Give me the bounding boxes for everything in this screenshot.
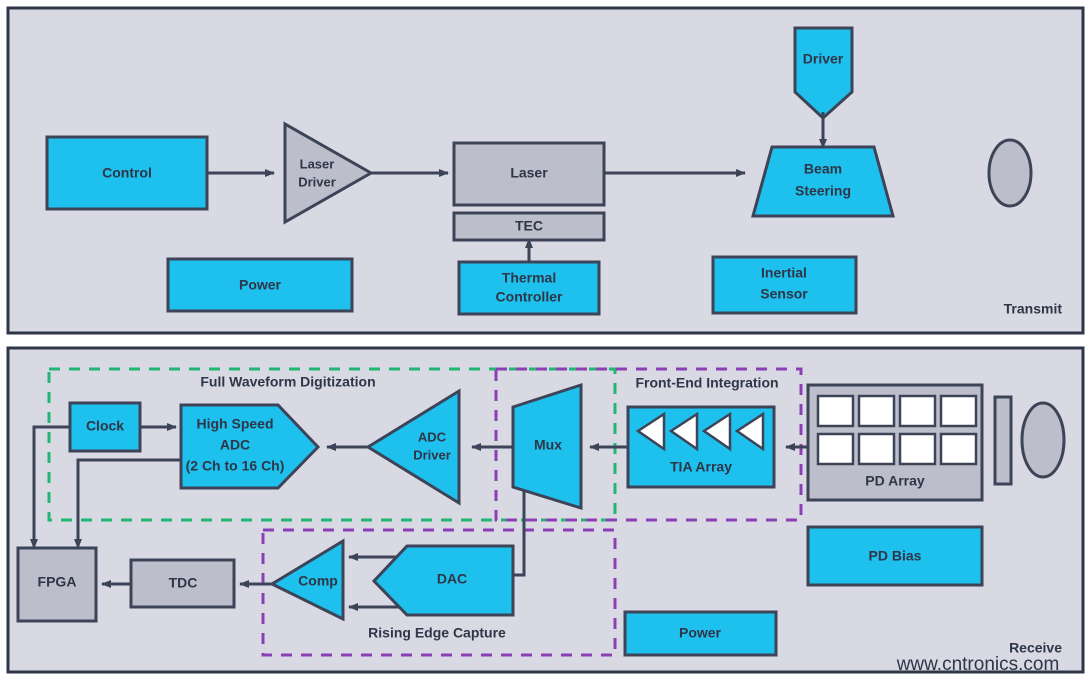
block-high-speed-adc-label-line3: (2 Ch to 16 Ch)	[186, 458, 285, 474]
block-beam-steering-shape	[751, 145, 895, 218]
pd-cell-r1c1	[816, 394, 855, 428]
block-tdc[interactable]: TDC	[129, 558, 236, 609]
block-mux-label: Mux	[534, 437, 562, 453]
block-laser-driver-label-line1: Laser	[300, 156, 335, 171]
block-high-speed-adc-label-line2: ADC	[220, 437, 250, 453]
block-control[interactable]: Control	[45, 135, 209, 211]
block-inertial-sensor-label-line1: Inertial	[761, 265, 807, 281]
receive-panel: Full Waveform Digitization Front-End Int…	[6, 346, 1085, 675]
block-high-speed-adc-label-line1: High Speed	[196, 416, 273, 432]
pd-cell-r1c3	[898, 394, 937, 428]
pd-cell-r2c4	[939, 432, 978, 466]
block-clock[interactable]: Clock	[68, 401, 142, 453]
block-tec[interactable]: TEC	[452, 211, 606, 242]
block-control-label: Control	[102, 165, 152, 181]
pd-cell-r2c3	[898, 432, 937, 466]
pd-cell-r2c1	[816, 432, 855, 466]
watermark-text: www.cntronics.com	[896, 654, 1060, 675]
block-laser-label: Laser	[510, 165, 548, 181]
block-inertial-sensor-label-line2: Sensor	[760, 286, 808, 302]
rx-filter-bar	[993, 395, 1013, 486]
block-pd-array[interactable]: PD Array	[806, 383, 984, 502]
block-receive-power-label: Power	[679, 625, 722, 641]
block-fpga[interactable]: FPGA	[16, 546, 98, 623]
block-adc-driver-label-line1: ADC	[418, 429, 447, 444]
pd-cell-r1c2	[857, 394, 896, 428]
block-tia-array-label: TIA Array	[670, 459, 732, 475]
pd-cell-r1c4	[939, 394, 978, 428]
block-thermal-controller-label-line2: Controller	[496, 289, 563, 305]
block-beam-steering-label-line2: Steering	[795, 183, 851, 199]
block-inertial-sensor[interactable]: Inertial Sensor	[711, 255, 858, 315]
block-mux[interactable]: Mux	[511, 382, 583, 511]
block-transmit-power[interactable]: Power	[166, 257, 354, 313]
lidar-block-diagram: Control Laser Driver Laser TEC Thermal C…	[0, 0, 1091, 679]
pd-cell-r2c2	[857, 432, 896, 466]
block-receive-power[interactable]: Power	[623, 610, 778, 657]
block-pd-bias-label: PD Bias	[869, 548, 922, 564]
block-dac-label: DAC	[437, 571, 467, 587]
block-pd-array-label: PD Array	[865, 473, 925, 489]
group-full-waveform-digitization-label: Full Waveform Digitization	[200, 374, 375, 390]
block-driver-label: Driver	[803, 51, 844, 67]
block-laser[interactable]: Laser	[452, 141, 606, 207]
group-front-end-integration-label: Front-End Integration	[635, 375, 778, 391]
block-transmit-power-label: Power	[239, 277, 282, 293]
block-laser-driver-label-line2: Driver	[298, 174, 336, 189]
block-clock-label: Clock	[86, 418, 124, 434]
block-tia-array-shape	[626, 405, 776, 489]
block-adc-driver-label-line2: Driver	[413, 447, 451, 462]
block-beam-steering-label-line1: Beam	[804, 161, 842, 177]
tx-lens-ellipse	[987, 138, 1033, 208]
block-pd-bias[interactable]: PD Bias	[806, 525, 984, 587]
block-tdc-label: TDC	[169, 575, 198, 591]
rx-lens-ellipse	[1020, 401, 1066, 479]
block-beam-steering[interactable]: Beam Steering	[751, 145, 895, 218]
diagram-canvas: Control Laser Driver Laser TEC Thermal C…	[6, 6, 1085, 675]
block-fpga-label: FPGA	[38, 574, 77, 590]
block-tia-array[interactable]: TIA Array	[626, 405, 776, 489]
block-comp-label: Comp	[298, 573, 338, 589]
block-thermal-controller-label-line1: Thermal	[502, 270, 556, 286]
transmit-panel: Control Laser Driver Laser TEC Thermal C…	[6, 6, 1085, 335]
block-tec-label: TEC	[515, 218, 543, 234]
group-rising-edge-capture-label: Rising Edge Capture	[368, 625, 506, 641]
block-thermal-controller[interactable]: Thermal Controller	[457, 260, 601, 316]
transmit-panel-tag: Transmit	[1004, 301, 1063, 317]
